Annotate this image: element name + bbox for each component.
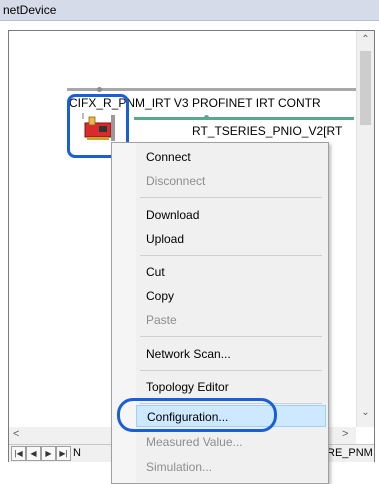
menu-item-measured-value[interactable]: Measured Value...	[136, 431, 326, 453]
context-menu: Connect Disconnect Download Upload Cut C…	[111, 142, 329, 484]
vertical-scroll-thumb[interactable]	[360, 51, 371, 125]
prev-sheet-icon[interactable]: ◀	[26, 446, 41, 461]
menu-item-download[interactable]: Download	[136, 204, 326, 226]
first-sheet-icon[interactable]: |◀	[11, 446, 26, 461]
slave-connector-dot	[204, 115, 209, 120]
menu-item-copy[interactable]: Copy	[136, 285, 326, 307]
menu-separator	[140, 197, 322, 198]
sheet-tab-left[interactable]: N	[73, 447, 81, 459]
menu-item-disconnect[interactable]: Disconnect	[136, 170, 326, 192]
next-sheet-icon[interactable]: ▶	[41, 446, 56, 461]
device-label-suffix: _PNM_IRT V3 PROFINET IRT CONTR	[111, 96, 321, 110]
menu-item-network-scan[interactable]: Network Scan...	[136, 343, 326, 365]
menu-item-paste[interactable]: Paste	[136, 309, 326, 331]
menu-item-topology-editor[interactable]: Topology Editor	[136, 376, 326, 398]
master-bus-line	[67, 88, 356, 91]
menu-item-cut[interactable]: Cut	[136, 261, 326, 283]
vertical-scrollbar[interactable]: ⌃ ⌄	[356, 31, 374, 427]
window-titlebar: netDevice	[0, 0, 379, 21]
window-title: netDevice	[3, 3, 57, 17]
scroll-right-icon[interactable]: >	[342, 428, 348, 440]
menu-item-connect[interactable]: Connect	[136, 146, 326, 168]
bus-connector-dot	[97, 87, 102, 92]
slave-device-label[interactable]: RT_TSERIES_PNIO_V2[RT	[192, 124, 342, 138]
menu-gutter	[112, 143, 136, 483]
menu-item-simulation[interactable]: Simulation...	[136, 456, 326, 478]
last-sheet-icon[interactable]: ▶|	[56, 446, 71, 461]
menu-separator	[140, 370, 322, 371]
scroll-left-icon[interactable]: <	[13, 428, 19, 440]
configuration-highlight-outline	[117, 398, 277, 432]
menu-separator	[140, 336, 322, 337]
menu-separator	[140, 255, 322, 256]
scroll-down-icon[interactable]: ⌄	[357, 407, 374, 418]
menu-item-upload[interactable]: Upload	[136, 228, 326, 250]
scroll-up-icon[interactable]: ⌃	[357, 34, 374, 45]
profinet-bus-line	[134, 117, 354, 120]
sheet-tab-right[interactable]: RE_PNM	[327, 447, 373, 459]
